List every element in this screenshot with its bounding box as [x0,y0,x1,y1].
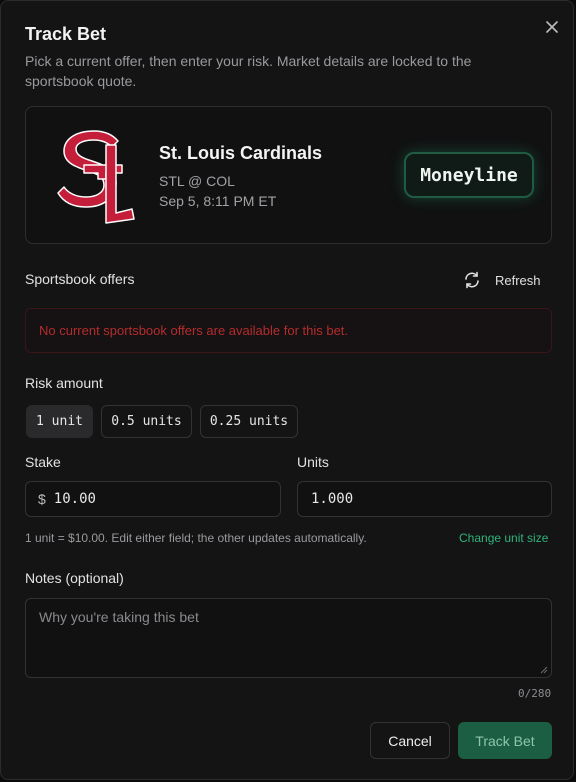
cardinals-stl-logo-icon [57,130,135,224]
refresh-label: Refresh [495,272,541,288]
offers-label: Sportsbook offers [25,271,135,287]
notes-textarea[interactable]: Why you're taking this bet [25,598,552,678]
units-label: Units [297,454,329,470]
team-name: St. Louis Cardinals [159,143,323,163]
market-badge: Moneyline [404,152,534,198]
risk-option-0.25-units[interactable]: 0.25 units [200,405,298,438]
close-button[interactable] [542,17,562,37]
change-unit-size-link[interactable]: Change unit size [459,531,548,545]
stake-currency-prefix: $ [38,491,46,507]
modal-subtitle: Pick a current offer, then enter your ri… [25,53,472,89]
unit-hint: 1 unit = $10.00. Edit either field; the … [25,531,367,545]
close-icon [546,21,558,33]
refresh-button[interactable]: Refresh [463,269,541,291]
game-datetime: Sep 5, 8:11 PM ET [159,193,277,209]
risk-option-0.5-units[interactable]: 0.5 units [101,405,192,438]
resize-grip-icon[interactable] [539,665,548,674]
notes-char-counter: 0/280 [518,687,552,700]
units-input[interactable]: 1.000 [297,481,552,517]
track-bet-button[interactable]: Track Bet [458,722,552,759]
risk-amount-label: Risk amount [25,375,103,391]
stake-label: Stake [25,454,61,470]
offers-empty-message: No current sportsbook offers are availab… [39,323,349,338]
notes-placeholder: Why you're taking this bet [39,609,199,625]
risk-option-1-unit[interactable]: 1 unit [26,405,93,438]
stake-value: 10.00 [53,491,96,507]
bet-summary-card: St. Louis Cardinals STL @ COL Sep 5, 8:1… [25,106,552,244]
track-bet-modal: Track Bet Pick a current offer, then ent… [0,0,574,780]
stake-input[interactable]: $ 10.00 [25,481,281,517]
units-value: 1.000 [311,491,354,507]
offers-empty-alert: No current sportsbook offers are availab… [25,308,552,353]
matchup: STL @ COL [159,173,235,189]
modal-title: Track Bet [25,24,107,44]
cancel-button[interactable]: Cancel [370,722,450,759]
refresh-icon [465,271,479,289]
notes-label: Notes (optional) [25,570,124,586]
